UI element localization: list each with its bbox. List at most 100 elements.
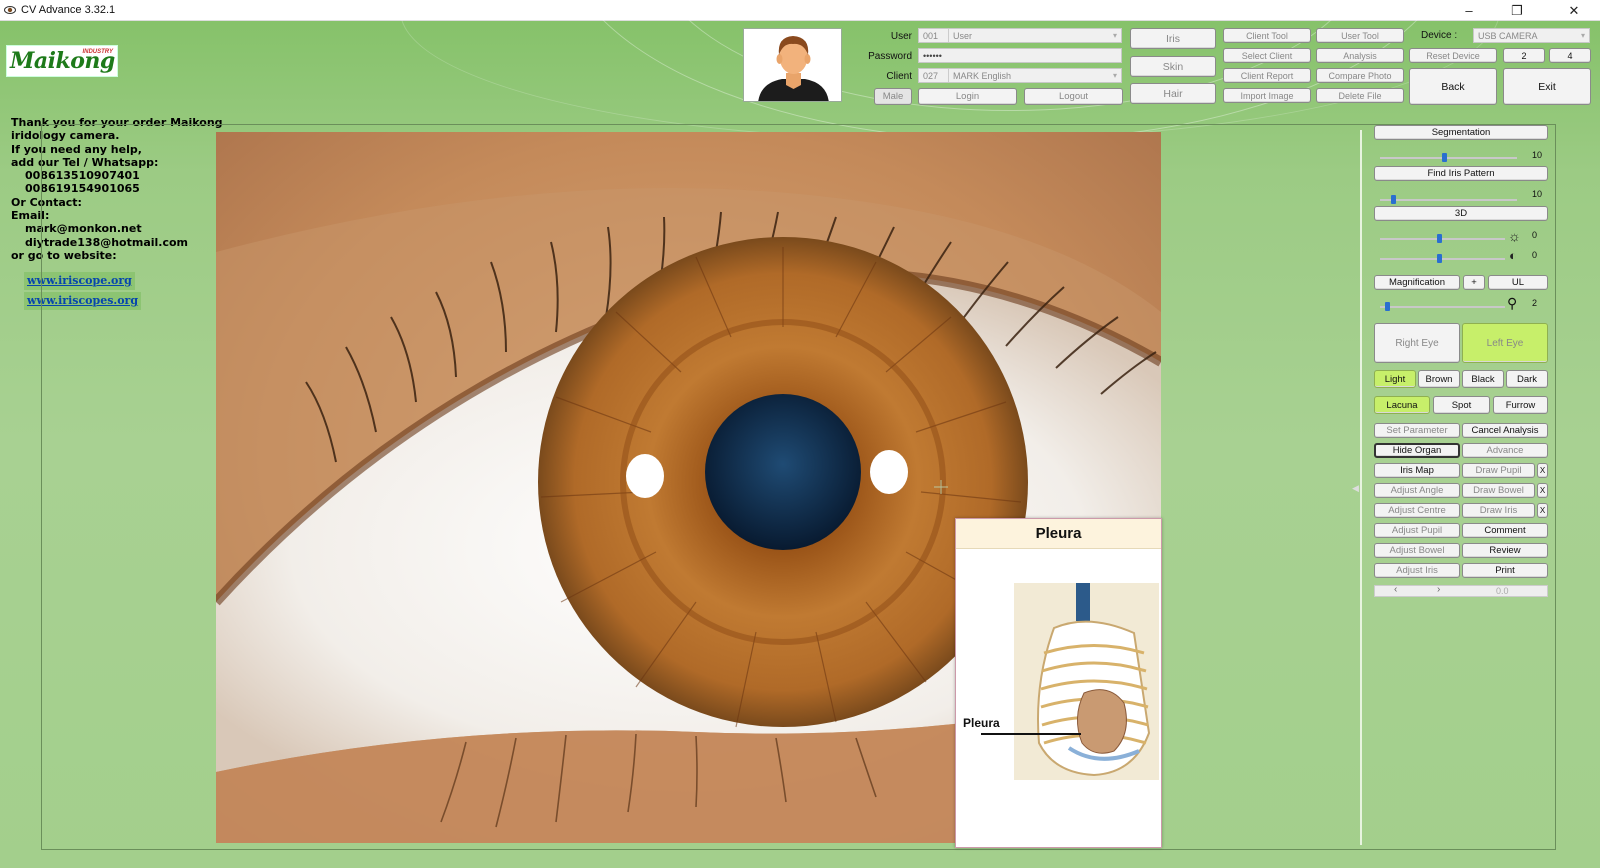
password-field[interactable]: •••••• <box>918 48 1122 63</box>
contrast-thumb[interactable] <box>1437 254 1442 263</box>
restore-icon[interactable]: ❐ <box>1495 0 1539 21</box>
zoom-plus-button[interactable]: + <box>1463 275 1485 290</box>
contrast-value: 0 <box>1532 250 1538 260</box>
magnification-slider[interactable] <box>1380 306 1505 308</box>
import-image-button[interactable]: Import Image <box>1223 88 1311 103</box>
find-iris-pattern-button[interactable]: Find Iris Pattern <box>1374 166 1548 181</box>
ul-button[interactable]: UL <box>1488 275 1548 290</box>
lacuna-button[interactable]: Lacuna <box>1374 396 1430 414</box>
pointer-line <box>981 733 1081 735</box>
compare-photo-button[interactable]: Compare Photo <box>1316 68 1404 83</box>
nav-right-icon[interactable]: › <box>1437 584 1440 595</box>
color-black-button[interactable]: Black <box>1462 370 1504 388</box>
brightness-value: 0 <box>1532 230 1538 240</box>
adjust-iris-button[interactable]: Adjust Iris <box>1374 563 1460 578</box>
brightness-thumb[interactable] <box>1437 234 1442 243</box>
spot-button[interactable]: Spot <box>1433 396 1490 414</box>
reset-device-button[interactable]: Reset Device <box>1409 48 1497 63</box>
draw-iris-button[interactable]: Draw Iris <box>1462 503 1535 518</box>
client-label: Client <box>886 71 912 82</box>
draw-pupil-button[interactable]: Draw Pupil <box>1462 463 1535 478</box>
adjust-bowel-button[interactable]: Adjust Bowel <box>1374 543 1460 558</box>
collapse-arrow-icon[interactable]: ◀ <box>1352 483 1360 493</box>
window-title: CV Advance 3.32.1 <box>21 4 116 16</box>
segmentation-button[interactable]: Segmentation <box>1374 125 1548 140</box>
draw-bowel-button[interactable]: Draw Bowel <box>1462 483 1535 498</box>
analysis-button[interactable]: Analysis <box>1316 48 1404 63</box>
back-button[interactable]: Back <box>1409 68 1497 105</box>
segmentation-thumb[interactable] <box>1442 153 1447 162</box>
pupil <box>705 394 861 550</box>
brightness-icon: ☼ <box>1508 228 1521 244</box>
organ-popup[interactable]: Pleura Pleura <box>955 518 1162 848</box>
panel-divider <box>1360 130 1362 845</box>
layout-4-button[interactable]: 4 <box>1549 48 1591 63</box>
chevron-down-icon: ▾ <box>1580 31 1585 40</box>
select-client-button[interactable]: Select Client <box>1223 48 1311 63</box>
left-eye-button[interactable]: Left Eye <box>1462 323 1548 363</box>
magnification-value: 2 <box>1532 298 1538 308</box>
hair-button[interactable]: Hair <box>1130 83 1216 104</box>
find-iris-slider[interactable] <box>1380 199 1517 201</box>
client-avatar <box>743 28 842 102</box>
magnifier-icon: ⚲ <box>1507 295 1518 311</box>
user-select[interactable]: 001 User ▾ <box>918 28 1122 43</box>
magnification-button[interactable]: Magnification <box>1374 275 1460 290</box>
popup-title: Pleura <box>956 519 1161 549</box>
contrast-slider[interactable] <box>1380 258 1505 260</box>
nav-left-icon[interactable]: ‹ <box>1394 584 1397 595</box>
advance-button[interactable]: Advance <box>1462 443 1548 458</box>
find-iris-thumb[interactable] <box>1391 195 1396 204</box>
client-select[interactable]: 027 MARK English ▾ <box>918 68 1122 83</box>
exit-button[interactable]: Exit <box>1503 68 1591 105</box>
user-tool-button[interactable]: User Tool <box>1316 28 1404 43</box>
draw-bowel-clear-button[interactable]: X <box>1537 483 1548 498</box>
app-eye-icon <box>4 4 16 16</box>
draw-pupil-clear-button[interactable]: X <box>1537 463 1548 478</box>
adjust-pupil-button[interactable]: Adjust Pupil <box>1374 523 1460 538</box>
password-label: Password <box>868 51 912 62</box>
logout-button[interactable]: Logout <box>1024 88 1123 105</box>
segmentation-slider[interactable] <box>1380 157 1517 159</box>
iris-map-button[interactable]: Iris Map <box>1374 463 1460 478</box>
review-button[interactable]: Review <box>1462 543 1548 558</box>
light-reflection-right <box>870 450 908 494</box>
gender-button[interactable]: Male <box>874 88 912 105</box>
color-brown-button[interactable]: Brown <box>1418 370 1460 388</box>
iris-button[interactable]: Iris <box>1130 28 1216 49</box>
right-eye-button[interactable]: Right Eye <box>1374 323 1460 363</box>
pleura-label: Pleura <box>963 716 1000 730</box>
client-tool-button[interactable]: Client Tool <box>1223 28 1311 43</box>
adjust-centre-button[interactable]: Adjust Centre <box>1374 503 1460 518</box>
device-select[interactable]: USB CAMERA ▾ <box>1473 28 1590 43</box>
adjust-angle-button[interactable]: Adjust Angle <box>1374 483 1460 498</box>
angle-value: 0.0 <box>1496 586 1509 596</box>
color-light-button[interactable]: Light <box>1374 370 1416 388</box>
device-label: Device : <box>1421 30 1458 41</box>
light-reflection-left <box>626 454 664 498</box>
layout-2-button[interactable]: 2 <box>1503 48 1545 63</box>
cancel-analysis-button[interactable]: Cancel Analysis <box>1462 423 1548 438</box>
hide-organ-button[interactable]: Hide Organ <box>1374 443 1460 458</box>
set-parameter-button[interactable]: Set Parameter <box>1374 423 1460 438</box>
angle-bar <box>1374 585 1548 597</box>
print-button[interactable]: Print <box>1462 563 1548 578</box>
pleura-illustration <box>1014 583 1159 780</box>
maikong-logo: Maikong INDUSTRY <box>6 45 118 77</box>
skin-button[interactable]: Skin <box>1130 56 1216 77</box>
comment-button[interactable]: Comment <box>1462 523 1548 538</box>
login-button[interactable]: Login <box>918 88 1017 105</box>
contrast-icon: ◐ <box>1509 248 1517 263</box>
segmentation-value: 10 <box>1532 150 1543 160</box>
brightness-slider[interactable] <box>1380 238 1505 240</box>
delete-file-button[interactable]: Delete File <box>1316 88 1404 103</box>
3d-button[interactable]: 3D <box>1374 206 1548 221</box>
furrow-button[interactable]: Furrow <box>1493 396 1548 414</box>
magnification-thumb[interactable] <box>1385 302 1390 311</box>
draw-iris-clear-button[interactable]: X <box>1537 503 1548 518</box>
close-icon[interactable]: ✕ <box>1552 0 1596 21</box>
client-report-button[interactable]: Client Report <box>1223 68 1311 83</box>
color-dark-button[interactable]: Dark <box>1506 370 1548 388</box>
user-label: User <box>890 31 912 42</box>
chevron-down-icon: ▾ <box>1112 71 1117 80</box>
